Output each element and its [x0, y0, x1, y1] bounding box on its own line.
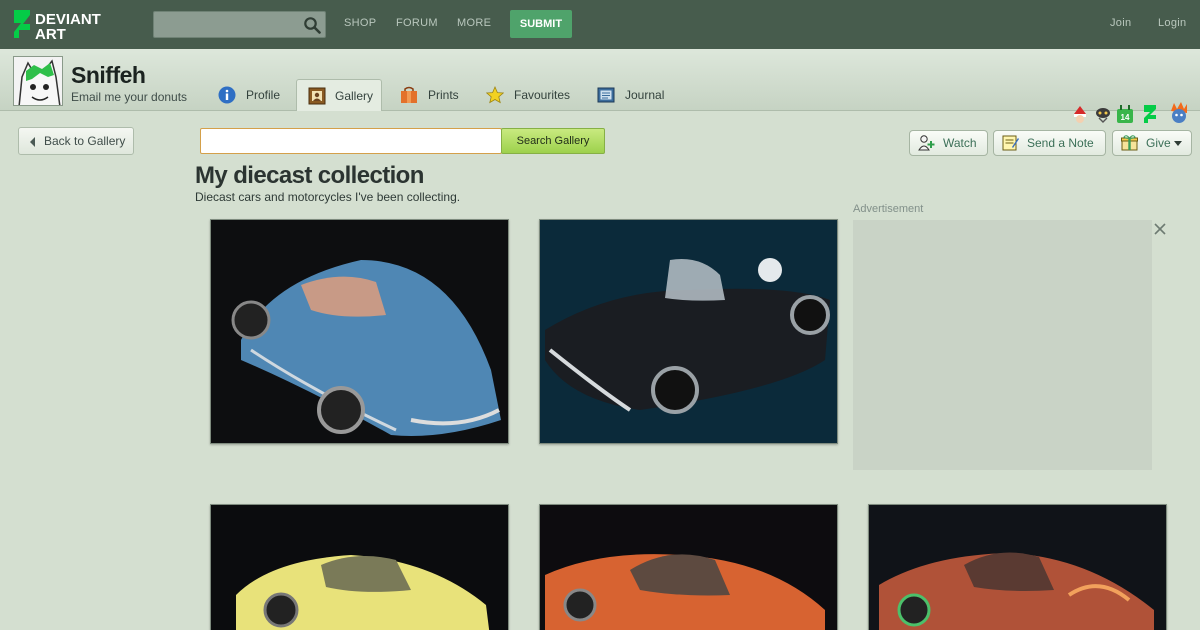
journal-icon — [597, 87, 615, 103]
submit-button[interactable]: SUBMIT — [510, 10, 572, 38]
thumbnail-blue-corvette[interactable] — [210, 219, 509, 444]
thumbnail-orange-muscle-car[interactable] — [539, 504, 838, 630]
tab-label: Favourites — [514, 88, 571, 102]
note-icon — [1002, 135, 1019, 151]
star-icon — [486, 86, 504, 104]
badge-santa-icon[interactable] — [1071, 104, 1089, 124]
chevron-down-icon — [1174, 141, 1182, 146]
tab-favourites[interactable]: Favourites — [486, 79, 578, 111]
site-search-input[interactable] — [153, 11, 326, 38]
badge-deviant-icon[interactable] — [1141, 104, 1159, 124]
tab-label: Profile — [246, 88, 281, 102]
avatar[interactable] — [13, 56, 63, 106]
profile-tagline: Email me your donuts — [71, 90, 188, 104]
arrow-left-icon — [30, 137, 35, 147]
advertisement-slot[interactable] — [853, 220, 1152, 470]
top-navigation-bar: DEVIANT ART SHOP FORUM MORE SUBMIT Join … — [0, 0, 1200, 49]
advertisement-label: Advertisement — [853, 203, 924, 215]
thumbnail-black-roadster[interactable] — [539, 219, 838, 444]
username[interactable]: Sniffeh — [71, 62, 146, 89]
watch-button[interactable]: Watch — [909, 130, 988, 156]
tab-journal[interactable]: Journal — [597, 79, 671, 111]
back-label: Back to Gallery — [44, 134, 126, 148]
thumbnail-red-flame-muscle-car[interactable] — [868, 504, 1167, 630]
watch-label: Watch — [943, 136, 977, 150]
tab-label: Gallery — [335, 89, 374, 103]
gallery-search-input[interactable] — [200, 128, 502, 154]
watch-user-icon — [918, 135, 935, 151]
give-label: Give — [1146, 136, 1171, 150]
gallery-title: My diecast collection — [195, 162, 424, 189]
profile-header: Sniffeh Email me your donuts Profile Gal… — [0, 49, 1200, 156]
badge-character-icon[interactable] — [1168, 101, 1190, 125]
login-link[interactable]: Login — [1158, 17, 1186, 29]
prints-bag-icon — [401, 86, 417, 103]
gallery-description: Diecast cars and motorcycles I've been c… — [195, 190, 461, 204]
tab-label: Journal — [625, 88, 665, 102]
tab-label: Prints — [428, 88, 459, 102]
join-link[interactable]: Join — [1110, 17, 1131, 29]
search-gallery-button[interactable]: Search Gallery — [501, 128, 605, 154]
gift-icon — [1121, 135, 1138, 151]
search-icon[interactable] — [303, 16, 321, 34]
tab-profile[interactable]: Profile — [218, 79, 288, 111]
close-icon[interactable] — [1153, 222, 1167, 236]
badge-years-icon[interactable]: 14 — [1116, 104, 1134, 124]
gallery-frame-icon — [308, 87, 326, 105]
badge-llama-icon[interactable] — [1094, 104, 1112, 124]
send-note-button[interactable]: Send a Note — [993, 130, 1106, 156]
nav-forum-link[interactable]: FORUM — [396, 17, 438, 29]
svg-text:ART: ART — [35, 26, 66, 42]
deviantart-logo[interactable]: DEVIANT ART — [12, 8, 132, 43]
thumbnail-yellow-muscle-car[interactable] — [210, 504, 509, 630]
give-button[interactable]: Give — [1112, 130, 1192, 156]
tab-prints[interactable]: Prints — [400, 79, 470, 111]
back-to-gallery-button[interactable]: Back to Gallery — [18, 127, 134, 155]
send-note-label: Send a Note — [1027, 136, 1094, 150]
info-icon — [218, 86, 236, 104]
nav-shop-link[interactable]: SHOP — [344, 17, 376, 29]
nav-more-link[interactable]: MORE — [457, 17, 491, 29]
badge-years-number: 14 — [1121, 113, 1130, 122]
tab-gallery[interactable]: Gallery — [296, 79, 382, 111]
